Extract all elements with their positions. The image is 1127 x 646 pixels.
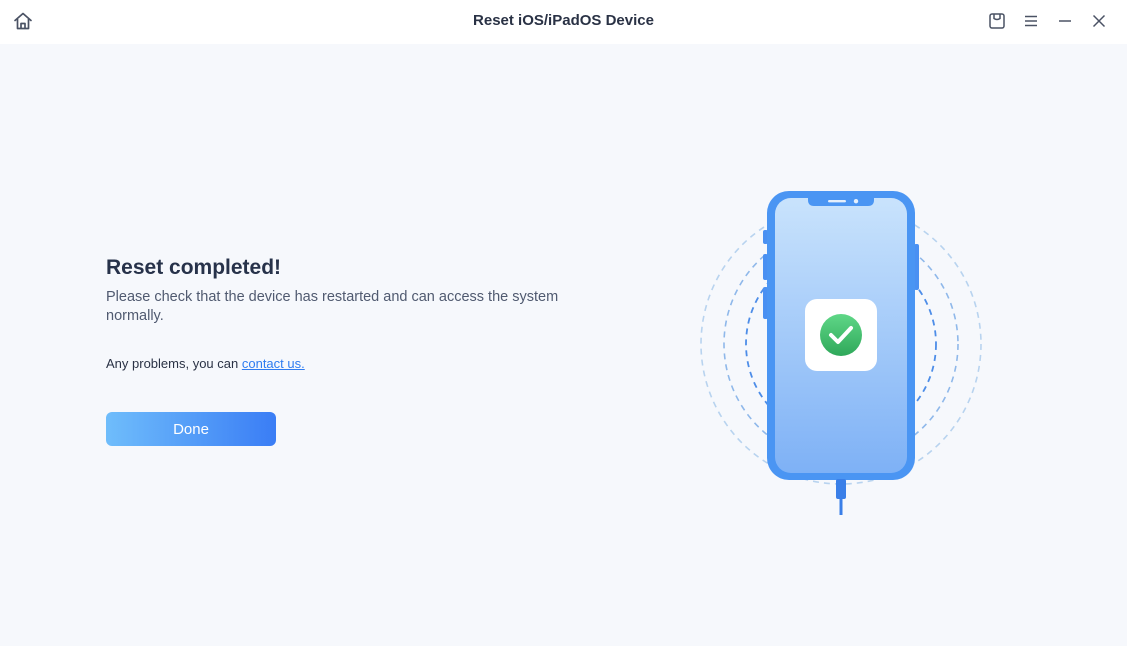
app-window: Reset iOS/iPadOS Device Reset completed!… (0, 0, 1127, 646)
contact-us-link[interactable]: contact us. (242, 356, 305, 371)
close-icon[interactable] (1087, 9, 1111, 33)
phone-illustration (690, 182, 990, 522)
help-text: Any problems, you can contact us. (106, 356, 305, 371)
page-heading: Reset completed! (106, 256, 282, 279)
check-icon (820, 314, 862, 356)
window-title: Reset iOS/iPadOS Device (473, 12, 654, 29)
menu-icon[interactable] (1019, 9, 1043, 33)
help-text-prefix: Any problems, you can (106, 356, 242, 371)
minimize-icon[interactable] (1053, 9, 1077, 33)
completion-description: Please check that the device has restart… (106, 289, 559, 324)
done-button[interactable]: Done (106, 412, 276, 446)
feedback-icon[interactable] (985, 9, 1009, 33)
title-bar: Reset iOS/iPadOS Device (0, 0, 1127, 44)
